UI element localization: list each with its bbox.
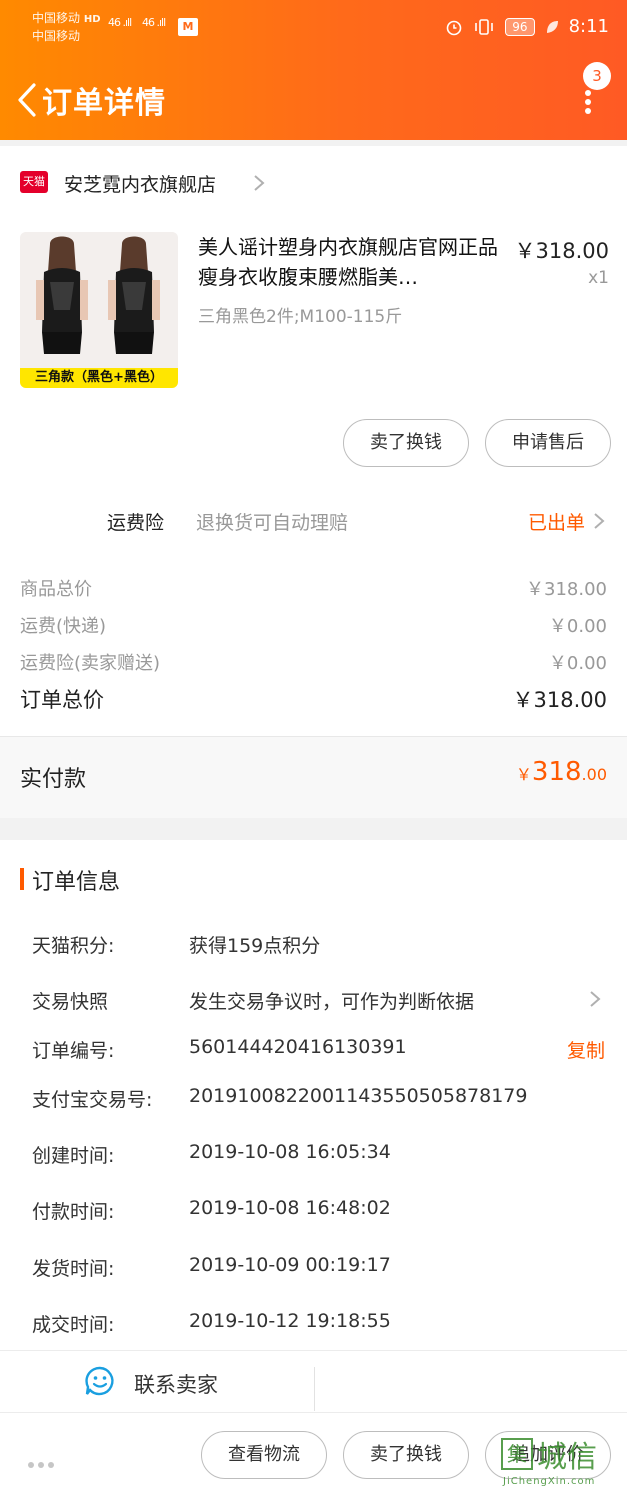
alipay-trade-number: 2019100822001143550505878179 — [189, 1085, 528, 1107]
info-label: 订单编号: — [32, 1040, 115, 1062]
notification-count-badge[interactable]: 3 — [583, 62, 611, 90]
carrier-1: 中国移动 — [32, 11, 81, 25]
order-number: 560144420416130391 — [189, 1036, 407, 1058]
shop-name[interactable]: 安芝霓内衣旗舰店 — [64, 170, 216, 197]
item-quantity: x1 — [588, 268, 609, 288]
created-time: 2019-10-08 16:05:34 — [189, 1141, 391, 1163]
paid-time: 2019-10-08 16:48:02 — [189, 1197, 391, 1219]
fee-label: 运费(快递) — [20, 616, 107, 637]
more-options-icon[interactable] — [28, 1453, 58, 1472]
product-image[interactable]: 三角款（黑色+黑色） — [20, 232, 178, 388]
contact-seller-button[interactable]: 联系卖家 — [134, 1369, 218, 1399]
app-notification-icon: M — [178, 18, 198, 36]
carrier-info: 中国移动 HD 中国移动 — [32, 10, 101, 45]
paid-currency: ￥ — [515, 765, 532, 784]
fee-value: ￥0.00 — [548, 616, 607, 637]
snapshot-value[interactable]: 发生交易争议时，可作为判断依据 — [189, 987, 474, 1014]
sell-resell-button[interactable]: 卖了换钱 — [343, 419, 469, 467]
vibrate-icon — [475, 18, 494, 35]
product-image-band: 三角款（黑色+黑色） — [20, 368, 178, 388]
back-arrow-icon[interactable] — [12, 80, 42, 120]
fee-row-goods: 商品总价 ￥318.00 — [20, 575, 607, 601]
watermark-url: JiChengXin.com — [503, 1476, 596, 1487]
signal-2-icon: 46 .ıll — [142, 16, 166, 29]
item-price: ￥318.00 — [514, 239, 609, 263]
carrier-2: 中国移动 — [32, 29, 81, 43]
tmall-logo-icon: 天猫 — [20, 171, 48, 193]
clock: 8:11 — [568, 16, 609, 37]
status-bar: 中国移动 HD 中国移动 46 .ıll 46 .ıll M 96 8:11 — [0, 0, 627, 56]
info-label: 付款时间: — [32, 1201, 115, 1223]
chat-smile-icon[interactable] — [84, 1365, 116, 1397]
chevron-right-icon[interactable] — [589, 989, 601, 1009]
snapshot-label[interactable]: 交易快照 — [32, 987, 108, 1014]
shipping-insurance-label: 运费险 — [107, 512, 165, 534]
info-value: 获得159点积分 — [189, 935, 321, 957]
shipping-insurance-status[interactable]: 已出单 — [528, 508, 585, 535]
view-logistics-button[interactable]: 查看物流 — [201, 1431, 327, 1479]
alarm-icon — [446, 20, 462, 35]
order-total-row: 订单总价 ￥318.00 — [20, 684, 607, 714]
chevron-right-icon[interactable] — [252, 173, 266, 193]
resell-button[interactable]: 卖了换钱 — [343, 1431, 469, 1479]
product-photo-icon — [20, 232, 178, 368]
more-dots-icon[interactable] — [585, 90, 591, 114]
info-label: 发货时间: — [32, 1258, 115, 1280]
order-total-label: 订单总价 — [20, 688, 104, 712]
signal-1-icon: 46 .ıll — [108, 16, 132, 29]
fee-value: ￥0.00 — [548, 653, 607, 674]
fee-row-shipping: 运费(快递) ￥0.00 — [20, 612, 607, 638]
section-accent-bar — [20, 868, 24, 890]
leaf-icon — [546, 20, 558, 33]
divider — [314, 1367, 315, 1411]
fee-label: 商品总价 — [20, 579, 92, 600]
item-sku: 三角黑色2件;M100-115斤 — [198, 307, 403, 327]
battery-indicator: 96 — [505, 17, 535, 36]
info-label: 创建时间: — [32, 1145, 115, 1167]
info-label: 天猫积分: — [32, 935, 115, 957]
contact-bar: 联系卖家 — [0, 1350, 627, 1412]
paid-integer: 318 — [531, 757, 582, 787]
info-label: 成交时间: — [32, 1314, 115, 1336]
paid-amount-row: 实付款 ￥318.00 — [0, 736, 627, 818]
shipped-time: 2019-10-09 00:19:17 — [189, 1254, 391, 1276]
fee-row-insurance: 运费险(卖家赠送) ￥0.00 — [20, 649, 607, 675]
order-info-title: 订单信息 — [32, 870, 121, 895]
watermark-logo-icon: 集 — [501, 1438, 533, 1470]
info-label: 支付宝交易号: — [32, 1089, 153, 1111]
shipping-insurance-description: 退换货可自动理赔 — [196, 512, 349, 534]
top-bar: 中国移动 HD 中国移动 46 .ıll 46 .ıll M 96 8:11 订… — [0, 0, 627, 140]
chevron-right-icon[interactable] — [593, 511, 605, 531]
paid-label: 实付款 — [20, 767, 87, 792]
watermark-text: 城信 — [537, 1440, 597, 1475]
completed-time: 2019-10-12 19:18:55 — [189, 1310, 391, 1332]
site-watermark: 集 城信 JiChengXin.com — [501, 1432, 621, 1496]
status-right: 96 8:11 — [445, 16, 609, 37]
order-total-value: ￥318.00 — [512, 688, 607, 712]
item-title[interactable]: 美人谣计塑身内衣旗舰店官网正品瘦身衣收腹束腰燃脂美… — [198, 232, 498, 292]
page-title: 订单详情 — [42, 86, 166, 121]
paid-decimal: .00 — [581, 765, 607, 784]
copy-button[interactable]: 复制 — [567, 1036, 605, 1063]
paid-amount: ￥318.00 — [516, 757, 607, 787]
hd-tag: HD — [83, 14, 101, 25]
after-sales-button[interactable]: 申请售后 — [485, 419, 611, 467]
fee-value: ￥318.00 — [526, 579, 607, 600]
fee-label: 运费险(卖家赠送) — [20, 653, 161, 674]
